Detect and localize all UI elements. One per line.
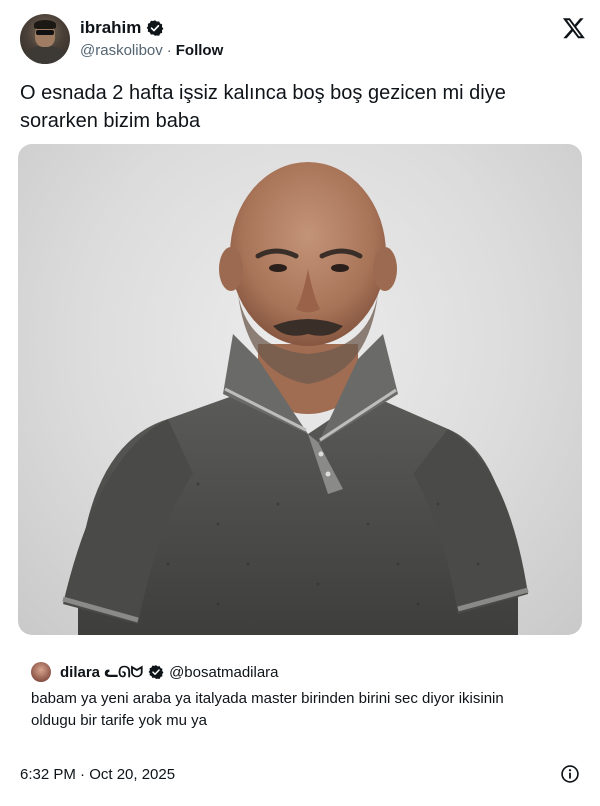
verified-badge-icon (148, 665, 164, 679)
author-avatar[interactable] (20, 14, 70, 64)
tweet-photo[interactable] (18, 144, 582, 635)
verified-badge-icon (147, 20, 164, 36)
author-display-name[interactable]: ibrahim (80, 18, 141, 38)
author-handle-row: @raskolibov · Follow (80, 42, 223, 59)
man-in-polo-shirt-photo (62, 162, 529, 635)
handle-separator: · (166, 42, 172, 59)
author-name-row: ibrahim (80, 18, 164, 38)
quote-author-avatar[interactable] (31, 662, 51, 682)
follow-button[interactable]: Follow (176, 42, 224, 59)
quote-header: dilara ᓚᘏᗢ @bosatmadilara (60, 663, 279, 682)
tweet-text: O esnada 2 hafta işsiz kalınca boş boş g… (20, 82, 506, 132)
quote-author-name[interactable]: dilara ᓚᘏᗢ (60, 663, 143, 681)
tweet-timestamp[interactable]: 6:32 PM · Oct 20, 2025 (20, 766, 175, 783)
quote-author-handle[interactable]: @bosatmadilara (169, 664, 278, 681)
x-logo-icon[interactable] (562, 16, 586, 40)
info-icon[interactable] (560, 764, 580, 784)
quote-text: babam ya yeni araba ya italyada master b… (31, 690, 504, 729)
tweet-header: ibrahim @raskolibov · Follow (20, 14, 586, 66)
author-handle[interactable]: @raskolibov (80, 42, 163, 59)
